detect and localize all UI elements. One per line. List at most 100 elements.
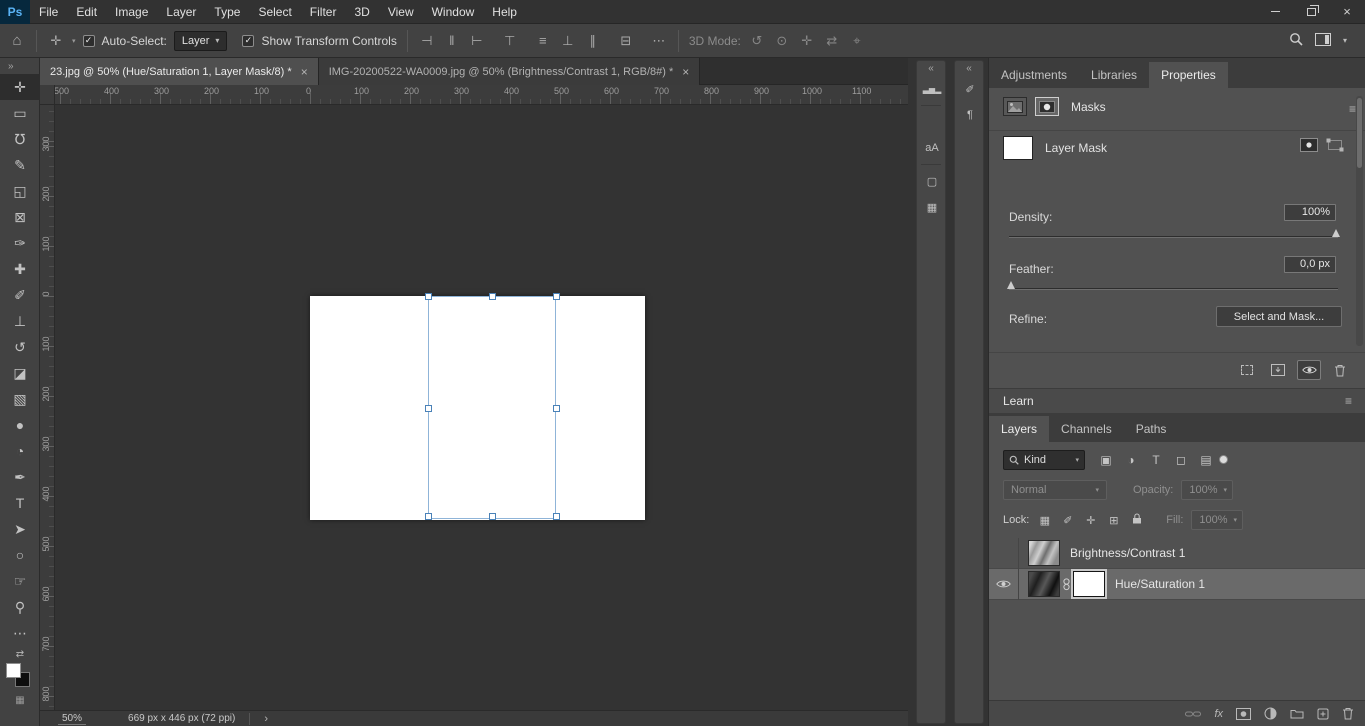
- color-icon[interactable]: ▢: [917, 168, 947, 194]
- learn-panel-header[interactable]: Learn ≡: [989, 388, 1365, 414]
- layer-row-brightness-contrast[interactable]: Brightness/Contrast 1: [989, 537, 1365, 569]
- eraser-tool[interactable]: ◪: [0, 360, 40, 386]
- lock-artboard-icon[interactable]: ⊞: [1106, 514, 1121, 527]
- hand-tool[interactable]: ☞: [0, 568, 40, 594]
- zoom-tool[interactable]: ⚲: [0, 594, 40, 620]
- close-icon[interactable]: ×: [301, 65, 308, 79]
- menu-image[interactable]: Image: [106, 0, 157, 24]
- transform-handle-bottom-center[interactable]: [489, 513, 496, 520]
- status-chevron-icon[interactable]: ›: [264, 713, 268, 725]
- visibility-toggle[interactable]: [989, 568, 1019, 600]
- document-tab-1[interactable]: 23.jpg @ 50% (Hue/Saturation 1, Layer Ma…: [40, 58, 319, 85]
- workspace-icon[interactable]: [1314, 32, 1331, 49]
- brush-tool[interactable]: ✐: [0, 282, 40, 308]
- menu-edit[interactable]: Edit: [67, 0, 106, 24]
- properties-scrollbar[interactable]: [1356, 96, 1363, 346]
- foreground-color-swatch[interactable]: [6, 663, 21, 678]
- mask-link-icon[interactable]: [1063, 577, 1070, 591]
- auto-select-checkbox[interactable]: ✓: [82, 34, 95, 47]
- transform-handle-top-left[interactable]: [425, 293, 432, 300]
- layer-row-hue-saturation[interactable]: Hue/Saturation 1: [989, 568, 1365, 600]
- transform-handle-bottom-right[interactable]: [553, 513, 560, 520]
- menu-window[interactable]: Window: [423, 0, 484, 24]
- brush-settings-icon[interactable]: ✐: [955, 76, 985, 102]
- clone-stamp-tool[interactable]: ⊥: [0, 308, 40, 334]
- blend-mode-dropdown[interactable]: Normal ▾: [1003, 480, 1107, 500]
- new-layer-icon[interactable]: [1317, 708, 1329, 720]
- panel-menu-icon[interactable]: ≡: [1345, 394, 1352, 408]
- density-slider[interactable]: [1009, 229, 1340, 238]
- gradient-tool[interactable]: ▧: [0, 386, 40, 412]
- tab-layers[interactable]: Layers: [989, 416, 1050, 442]
- enable-mask-eye-icon[interactable]: [1297, 360, 1321, 380]
- transform-handle-middle-left[interactable]: [425, 405, 432, 412]
- history-brush-tool[interactable]: ↺: [0, 334, 40, 360]
- crop-tool[interactable]: ◱: [0, 178, 40, 204]
- filter-smart-objects-icon[interactable]: ▤: [1197, 450, 1215, 470]
- grid-icon[interactable]: ▦: [0, 692, 40, 708]
- menu-3d[interactable]: 3D: [345, 0, 378, 24]
- filter-shape-layers-icon[interactable]: ◻: [1172, 450, 1190, 470]
- frame-tool[interactable]: ⊠: [0, 204, 40, 230]
- transform-bounding-box[interactable]: [425, 293, 560, 520]
- distribute-horizontal-icon[interactable]: ∥: [584, 33, 602, 49]
- menu-help[interactable]: Help: [483, 0, 526, 24]
- transform-handle-top-center[interactable]: [489, 293, 496, 300]
- document-tab-2[interactable]: IMG-20200522-WA0009.jpg @ 50% (Brightnes…: [318, 58, 701, 85]
- transform-handle-top-right[interactable]: [553, 293, 560, 300]
- apply-mask-icon[interactable]: [1266, 360, 1290, 380]
- menu-select[interactable]: Select: [249, 0, 300, 24]
- add-vector-mask-icon[interactable]: [1326, 138, 1344, 155]
- tab-adjustments[interactable]: Adjustments: [989, 62, 1079, 88]
- align-horizontal-centers-icon[interactable]: ‖: [443, 33, 461, 48]
- patterns-icon[interactable]: ▦: [917, 194, 947, 220]
- menu-file[interactable]: File: [30, 0, 67, 24]
- eyedropper-tool[interactable]: ✑: [0, 230, 40, 256]
- new-adjustment-layer-icon[interactable]: [1264, 707, 1277, 720]
- close-button[interactable]: ×: [1329, 0, 1365, 24]
- vertical-ruler[interactable]: 300 200 100 0 100 200 300 400 500 600 70…: [40, 105, 55, 710]
- tab-channels[interactable]: Channels: [1049, 416, 1124, 442]
- pixel-layer-icon[interactable]: [1003, 97, 1027, 116]
- feather-slider[interactable]: [1007, 281, 1338, 290]
- search-icon[interactable]: [1289, 32, 1303, 49]
- layer-filter-toggle[interactable]: [1219, 455, 1228, 464]
- layer-style-fx-icon[interactable]: fx: [1214, 708, 1223, 720]
- auto-select-dropdown[interactable]: Layer ▾: [173, 30, 228, 51]
- layer-mask-thumbnail[interactable]: [1073, 571, 1105, 597]
- quick-selection-tool[interactable]: ✎: [0, 152, 40, 178]
- feather-value-field[interactable]: 0,0 px: [1284, 256, 1336, 273]
- align-bottom-edges-icon[interactable]: ⊥: [559, 33, 577, 49]
- tab-properties[interactable]: Properties: [1149, 62, 1228, 88]
- menu-view[interactable]: View: [379, 0, 423, 24]
- align-more-icon[interactable]: ⋯: [650, 33, 668, 49]
- spot-healing-brush-tool[interactable]: ✚: [0, 256, 40, 282]
- character-icon[interactable]: aA: [917, 135, 947, 161]
- layer-thumbnail[interactable]: [1028, 571, 1060, 597]
- path-selection-tool[interactable]: ➤: [0, 516, 40, 542]
- type-tool[interactable]: T: [0, 490, 40, 516]
- swap-colors-icon[interactable]: ⇄: [0, 646, 40, 662]
- menu-filter[interactable]: Filter: [301, 0, 346, 24]
- edit-toolbar-button[interactable]: ⋯: [0, 620, 40, 646]
- layer-mask-thumbnail[interactable]: [1003, 136, 1033, 160]
- add-layer-mask-icon[interactable]: [1300, 138, 1318, 155]
- align-vertical-centers-icon[interactable]: ≡: [534, 33, 552, 48]
- menu-type[interactable]: Type: [205, 0, 249, 24]
- transform-handle-bottom-left[interactable]: [425, 513, 432, 520]
- tab-paths[interactable]: Paths: [1124, 416, 1179, 442]
- lock-pixels-icon[interactable]: ✐: [1060, 514, 1075, 527]
- pen-tool[interactable]: ✒: [0, 464, 40, 490]
- restore-button[interactable]: [1293, 0, 1329, 24]
- load-selection-from-mask-icon[interactable]: [1235, 360, 1259, 380]
- histogram-icon[interactable]: ▃▅▂: [917, 76, 947, 102]
- blur-tool[interactable]: ●: [0, 412, 40, 438]
- rectangular-marquee-tool[interactable]: ▭: [0, 100, 40, 126]
- ellipse-tool[interactable]: ○: [0, 542, 40, 568]
- move-tool[interactable]: ✛: [0, 74, 40, 100]
- add-layer-mask-icon[interactable]: [1236, 707, 1251, 720]
- lasso-tool[interactable]: ℧: [0, 126, 40, 152]
- delete-layer-trash-icon[interactable]: [1342, 707, 1354, 720]
- link-layers-icon[interactable]: [1185, 710, 1202, 718]
- workspace-chevron-icon[interactable]: ▾: [1343, 36, 1347, 45]
